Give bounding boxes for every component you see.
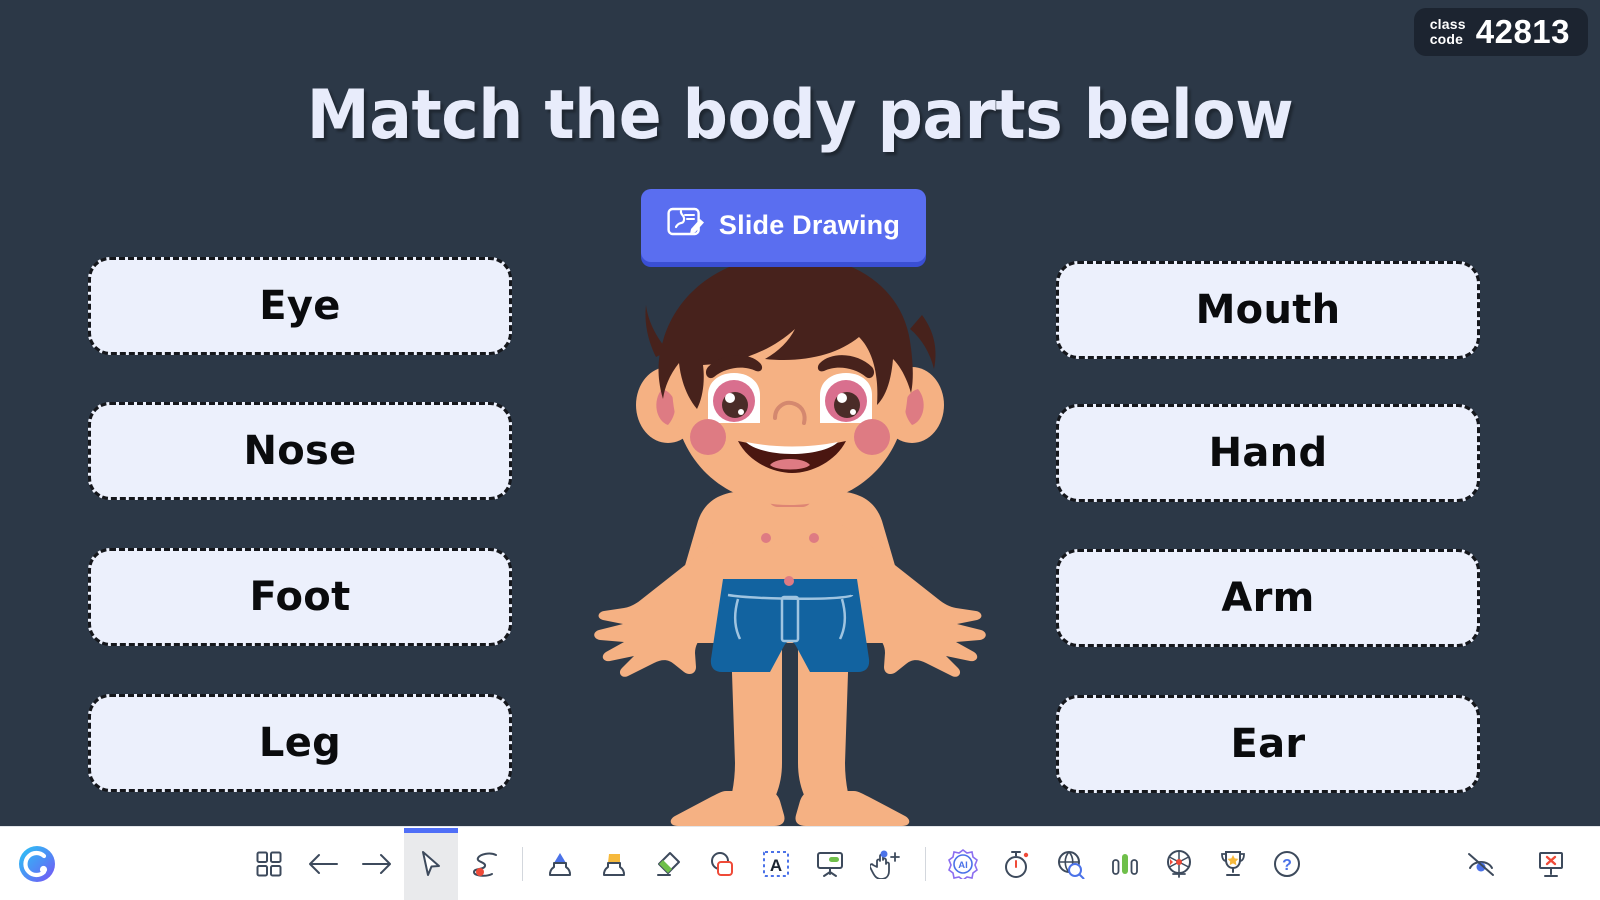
highlighter-icon[interactable] <box>587 828 641 900</box>
word-card-eye[interactable]: Eye <box>88 257 512 355</box>
word-card-ear[interactable]: Ear <box>1056 695 1480 793</box>
bar-chart-icon[interactable] <box>1098 828 1152 900</box>
word-card-mouth[interactable]: Mouth <box>1056 261 1480 359</box>
word-card-label: Foot <box>249 574 351 620</box>
word-card-label: Nose <box>243 428 357 474</box>
page-title: Match the body parts below <box>306 76 1294 155</box>
hide-toolbar-icon[interactable] <box>1454 828 1508 900</box>
svg-text:A: A <box>770 856 782 875</box>
whiteboard-icon[interactable] <box>803 828 857 900</box>
word-card-label: Mouth <box>1195 287 1341 333</box>
slide-grid-icon[interactable] <box>242 828 296 900</box>
toolbar-right-tools <box>1454 828 1600 900</box>
ai-icon[interactable]: AI <box>936 828 990 900</box>
text-box-icon[interactable]: A <box>749 828 803 900</box>
cartoon-boy-illustration <box>580 255 1000 826</box>
word-card-label: Ear <box>1230 721 1306 767</box>
cartoon-boy-svg <box>594 255 986 826</box>
word-card-nose[interactable]: Nose <box>88 402 512 500</box>
classpoint-logo[interactable] <box>0 845 74 883</box>
class-code-label: class code <box>1430 17 1466 47</box>
toolbar-divider <box>522 846 523 881</box>
cursor-icon[interactable] <box>404 827 458 900</box>
classpoint-presentation-window: class code 42813 Match the body parts be… <box>0 0 1600 900</box>
word-card-hand[interactable]: Hand <box>1056 404 1480 502</box>
leaderboard-icon[interactable] <box>1206 828 1260 900</box>
eraser-icon[interactable] <box>641 828 695 900</box>
slide-drawing-label: Slide Drawing <box>718 210 901 240</box>
class-code-label-line1: class <box>1429 16 1466 32</box>
word-card-arm[interactable]: Arm <box>1056 549 1480 647</box>
help-icon[interactable]: ? <box>1260 828 1314 900</box>
browser-icon[interactable] <box>1044 828 1098 900</box>
arrow-right-icon[interactable] <box>350 828 404 900</box>
timer-icon[interactable] <box>990 828 1044 900</box>
slide-canvas[interactable]: class code 42813 Match the body parts be… <box>0 0 1600 826</box>
exit-presentation-icon[interactable] <box>1524 828 1578 900</box>
svg-text:AI: AI <box>958 860 968 871</box>
word-card-label: Leg <box>258 720 342 766</box>
toolbar-divider-2 <box>925 846 926 881</box>
word-card-label: Hand <box>1208 430 1328 476</box>
class-code-label-line2: code <box>1429 31 1464 47</box>
pen-icon[interactable] <box>533 828 587 900</box>
class-code-badge[interactable]: class code 42813 <box>1413 8 1588 56</box>
name-picker-icon[interactable] <box>1152 828 1206 900</box>
svg-text:?: ? <box>1282 857 1292 874</box>
laser-pointer-icon[interactable] <box>458 828 512 900</box>
slide-drawing-icon <box>667 207 705 244</box>
classpoint-toolbar: A AI ? <box>0 826 1600 900</box>
word-card-foot[interactable]: Foot <box>88 548 512 646</box>
class-code-value: 42813 <box>1475 13 1570 50</box>
slide-drawing-button[interactable]: Slide Drawing <box>641 189 926 262</box>
word-card-label: Arm <box>1221 575 1315 621</box>
drag-objects-icon[interactable] <box>857 828 915 900</box>
shapes-icon[interactable] <box>695 828 749 900</box>
word-card-leg[interactable]: Leg <box>88 694 512 792</box>
word-card-label: Eye <box>259 283 341 329</box>
toolbar-tools: A AI ? <box>242 827 1314 900</box>
arrow-left-icon[interactable] <box>296 828 350 900</box>
